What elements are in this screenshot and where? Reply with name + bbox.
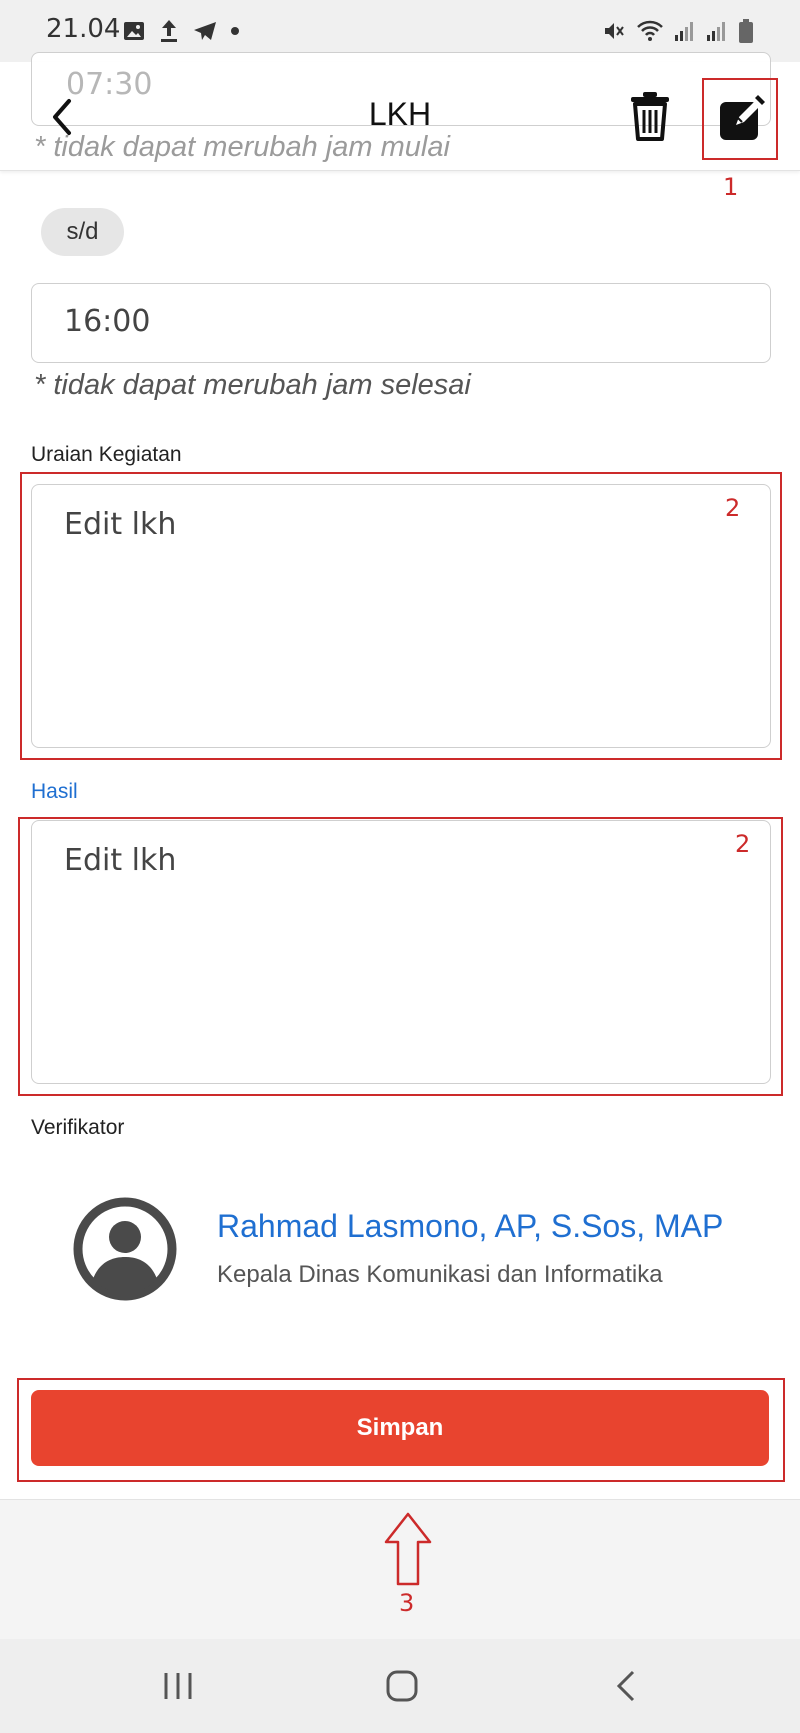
recent-apps-button[interactable] xyxy=(138,1639,218,1733)
annotation-number-3: 3 xyxy=(399,1589,415,1617)
home-icon xyxy=(386,1670,418,1702)
recent-apps-icon xyxy=(164,1673,192,1699)
end-time-hint: * tidak dapat merubah jam selesai xyxy=(34,369,471,401)
range-chip: s/d xyxy=(41,208,124,256)
status-icons-right xyxy=(602,14,754,48)
dot-icon xyxy=(231,27,239,35)
verifikator-name: Rahmad Lasmono, AP, S.Sos, MAP xyxy=(217,1208,724,1244)
upload-icon xyxy=(161,20,177,42)
page-title: LKH xyxy=(368,96,432,132)
image-icon xyxy=(124,22,144,40)
annotation-box-edit xyxy=(702,78,778,160)
annotation-box-uraian xyxy=(20,472,782,760)
telegram-icon xyxy=(194,22,216,40)
verifikator-role: Kepala Dinas Komunikasi dan Informatika xyxy=(217,1261,663,1288)
end-time-value: 16:00 xyxy=(64,304,151,339)
mute-icon xyxy=(605,23,624,39)
signal-icon xyxy=(707,22,725,41)
battery-icon xyxy=(739,19,753,43)
annotation-number-2a: 2 xyxy=(725,494,741,522)
annotation-number-2b: 2 xyxy=(735,830,751,858)
system-nav-bar xyxy=(0,1639,800,1733)
uraian-label: Uraian Kegiatan xyxy=(31,443,182,466)
annotation-box-save xyxy=(17,1378,785,1482)
start-time-hint: * tidak dapat merubah jam mulai xyxy=(34,131,450,163)
delete-button[interactable] xyxy=(628,90,676,146)
wifi-icon xyxy=(637,20,663,41)
annotation-arrow-icon xyxy=(384,1512,432,1586)
signal-icon xyxy=(675,22,693,41)
verifikator-label: Verifikator xyxy=(31,1116,125,1139)
end-time-field[interactable]: 16:00 xyxy=(31,283,771,363)
hasil-label: Hasil xyxy=(31,780,78,803)
trash-icon xyxy=(631,92,669,141)
home-button[interactable] xyxy=(362,1639,442,1733)
avatar-icon xyxy=(73,1197,177,1301)
annotation-number-1: 1 xyxy=(723,173,739,201)
status-time: 21.04 xyxy=(46,14,121,44)
nav-back-button[interactable] xyxy=(586,1639,666,1733)
status-icons-left xyxy=(122,14,240,48)
annotation-box-hasil xyxy=(18,817,783,1096)
back-icon xyxy=(616,1670,635,1702)
